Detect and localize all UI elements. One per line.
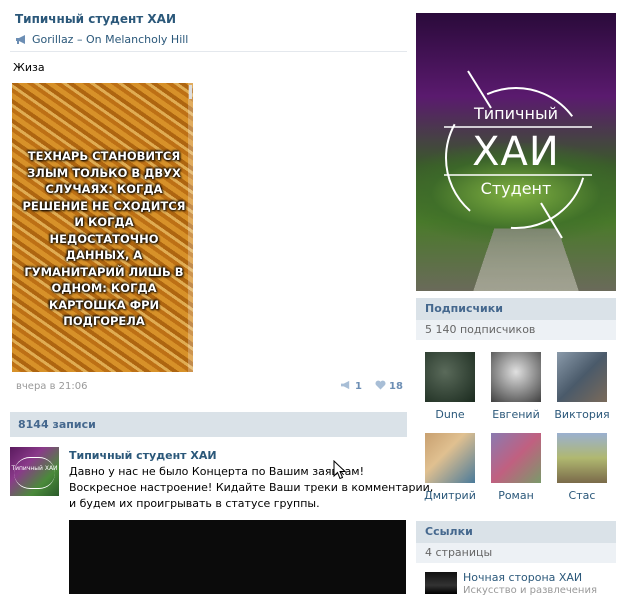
subscribers-count[interactable]: 5 140 подписчиков	[416, 320, 616, 340]
subscriber-avatar[interactable]	[425, 352, 475, 402]
like-button[interactable]: 18	[375, 380, 403, 393]
subscriber-name[interactable]: Виктория	[549, 408, 615, 421]
subscriber-avatar[interactable]	[557, 352, 607, 402]
wall-post-text-line: Воскресное настроение! Кидайте Ваши трек…	[69, 481, 434, 494]
group-name-link[interactable]: Типичный студент ХАИ	[15, 12, 176, 26]
image-scrollbar[interactable]	[189, 85, 192, 99]
subscriber-name[interactable]: Dune	[417, 408, 483, 421]
heart-icon	[375, 380, 386, 393]
mouse-cursor-icon	[333, 459, 347, 483]
like-count: 18	[389, 381, 403, 392]
wall-post-text-line: Давно у нас не было Концерта по Вашим за…	[69, 465, 365, 478]
link-item-name[interactable]: Ночная сторона ХАИ	[463, 571, 582, 584]
subscriber-name[interactable]: Дмитрий	[417, 489, 483, 502]
link-item-desc: Искусство и развлечения	[463, 585, 597, 596]
post-time[interactable]: вчера в 21:06	[16, 381, 88, 392]
status-song[interactable]: Gorillaz – On Melancholy Hill	[15, 32, 188, 46]
link-item-avatar[interactable]	[425, 572, 457, 594]
post-text: Жиза	[13, 61, 45, 74]
avatar-caption: Типичный ХАИ	[11, 465, 58, 472]
links-header[interactable]: Ссылки	[416, 521, 616, 543]
subscriber-avatar[interactable]	[425, 433, 475, 483]
wall-post-video[interactable]	[69, 520, 406, 594]
divider	[10, 51, 407, 52]
cover-line1: Типичный	[474, 104, 558, 123]
wall-post-text-line: и будем их проигрывать в статусе группы.	[69, 497, 320, 510]
post-image[interactable]: ТЕХНАРЬ СТАНОВИТСЯ ЗЛЫМ ТОЛЬКО В ДВУХ СЛ…	[12, 83, 193, 372]
subscriber-avatar[interactable]	[491, 433, 541, 483]
repost-count: 1	[355, 381, 362, 392]
megaphone-icon	[340, 380, 352, 393]
wall-post-text: Давно у нас не было Концерта по Вашим за…	[69, 464, 433, 512]
status-song-text[interactable]: Gorillaz – On Melancholy Hill	[32, 33, 188, 46]
group-cover-image[interactable]: Типичный ХАИ Студент	[416, 13, 616, 291]
wall-post-avatar[interactable]: Типичный ХАИ	[10, 447, 59, 496]
subscriber-name[interactable]: Стас	[549, 489, 615, 502]
cover-line3: Студент	[480, 179, 552, 198]
wall-post-author[interactable]: Типичный студент ХАИ	[69, 449, 217, 462]
wall-count-header[interactable]: 8144 записи	[10, 412, 407, 437]
links-count[interactable]: 4 страницы	[416, 543, 616, 563]
meme-caption: ТЕХНАРЬ СТАНОВИТСЯ ЗЛЫМ ТОЛЬКО В ДВУХ СЛ…	[22, 149, 186, 328]
subscriber-avatar[interactable]	[557, 433, 607, 483]
cover-line2: ХАИ	[472, 129, 560, 175]
subscriber-name[interactable]: Евгений	[483, 408, 549, 421]
repost-button[interactable]: 1	[340, 380, 362, 393]
megaphone-icon	[15, 34, 28, 45]
subscribers-header[interactable]: Подписчики	[416, 298, 616, 320]
subscriber-name[interactable]: Роман	[483, 489, 549, 502]
subscriber-avatar[interactable]	[491, 352, 541, 402]
